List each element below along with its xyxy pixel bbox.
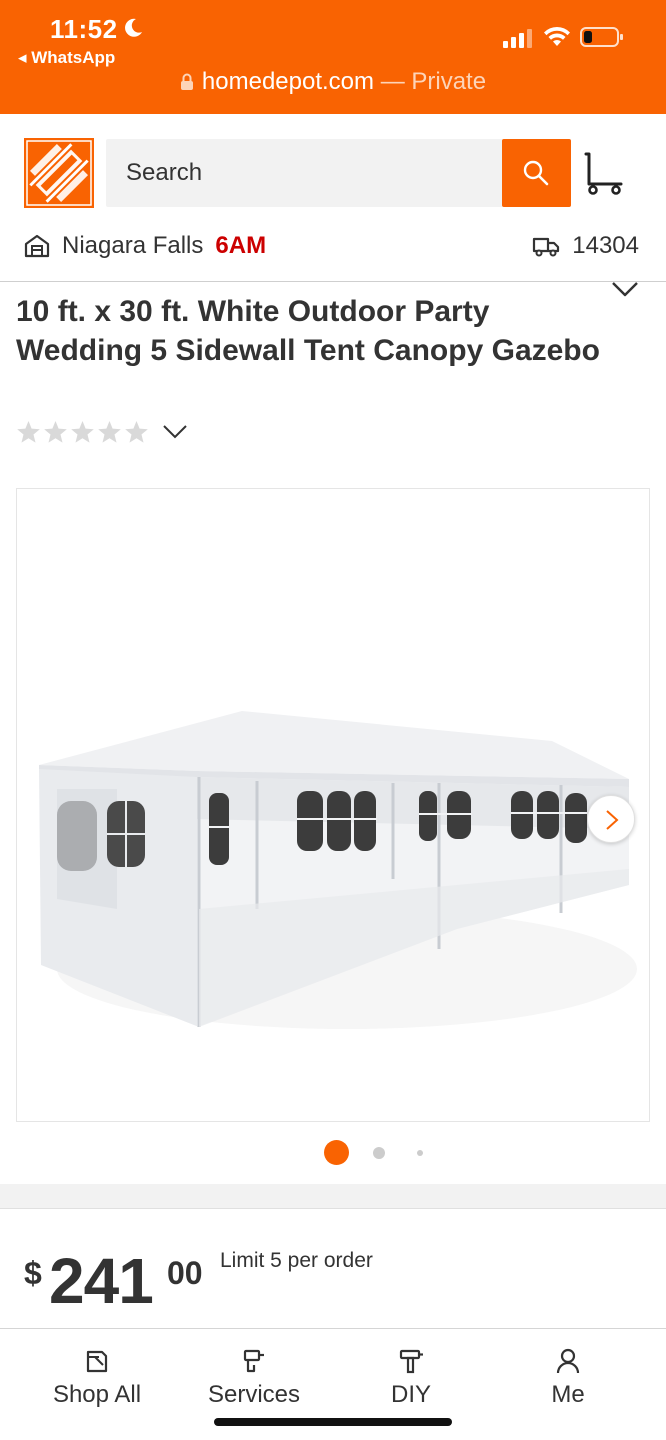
carousel-pagination [0, 1140, 666, 1166]
next-image-button[interactable] [587, 795, 635, 843]
carousel-dot[interactable] [373, 1147, 385, 1159]
status-time: 11:52 [50, 14, 118, 44]
nav-label: DIY [390, 1381, 431, 1408]
nav-me[interactable]: Me [493, 1347, 643, 1409]
delivery-zip-selector[interactable]: 14304 [532, 230, 639, 262]
star-icon [98, 421, 121, 443]
search-icon [523, 160, 549, 186]
private-label: — Private [380, 68, 487, 95]
moon-icon [125, 18, 142, 37]
wifi-icon [544, 26, 570, 46]
product-image-tent [39, 711, 637, 1029]
url-text: homedepot.com [201, 68, 375, 95]
delivery-truck-icon [533, 237, 560, 257]
nav-shop-all[interactable]: Shop All [22, 1347, 172, 1409]
price-dollars: 241 [49, 1245, 154, 1317]
zip-code: 14304 [572, 232, 639, 259]
price-currency: $ [24, 1255, 42, 1291]
diy-icon [399, 1349, 423, 1374]
home-indicator[interactable] [214, 1418, 452, 1426]
page: 11:52 ◂ WhatsApp homedepot.com — Private [0, 0, 666, 1440]
star-icon [44, 421, 67, 443]
store-name: Niagara Falls [62, 232, 204, 259]
star-icon [17, 421, 40, 443]
carousel-dot-active[interactable] [324, 1140, 349, 1165]
order-limit-text: Limit 5 per order [220, 1249, 373, 1272]
store-icon [24, 234, 50, 258]
chevron-down-icon [163, 425, 187, 439]
search-input[interactable]: Search [126, 159, 202, 187]
price-section: $ 241 00 Limit 5 per order [0, 1208, 666, 1328]
nav-services[interactable]: Services [179, 1347, 329, 1409]
section-divider [0, 1184, 666, 1208]
chevron-right-icon [606, 810, 619, 830]
product-image-carousel[interactable] [16, 488, 650, 1122]
rating-stars[interactable] [16, 420, 187, 444]
status-bar: 11:52 ◂ WhatsApp homedepot.com — Private [0, 0, 666, 114]
cart-icon[interactable] [583, 152, 625, 196]
battery-icon [580, 27, 623, 47]
address-bar[interactable]: homedepot.com — Private [0, 68, 666, 96]
site-header: Search Niagara Falls 6AM 14304 [0, 114, 666, 282]
nav-label: Shop All [52, 1381, 142, 1408]
star-icon [125, 421, 148, 443]
price-cents: 00 [167, 1255, 203, 1291]
search-bar[interactable]: Search [106, 139, 571, 207]
lock-icon [180, 73, 193, 90]
nav-label: Me [551, 1381, 585, 1408]
user-icon [556, 1348, 580, 1374]
shop-all-icon [86, 1350, 108, 1373]
services-icon [243, 1349, 264, 1373]
back-to-app-link[interactable]: ◂ WhatsApp [18, 48, 115, 68]
nav-diy[interactable]: DIY [336, 1347, 486, 1409]
store-selector[interactable]: Niagara Falls 6AM [24, 230, 266, 262]
search-button[interactable] [502, 139, 571, 207]
store-open-time: 6AM [215, 232, 267, 259]
star-icon [71, 421, 94, 443]
cellular-signal-icon [503, 29, 532, 48]
home-depot-logo[interactable] [24, 138, 94, 208]
product-title: 10 ft. x 30 ft. White Outdoor Party Wedd… [16, 295, 600, 367]
carousel-dot[interactable] [417, 1150, 423, 1156]
nav-label: Services [207, 1381, 301, 1408]
